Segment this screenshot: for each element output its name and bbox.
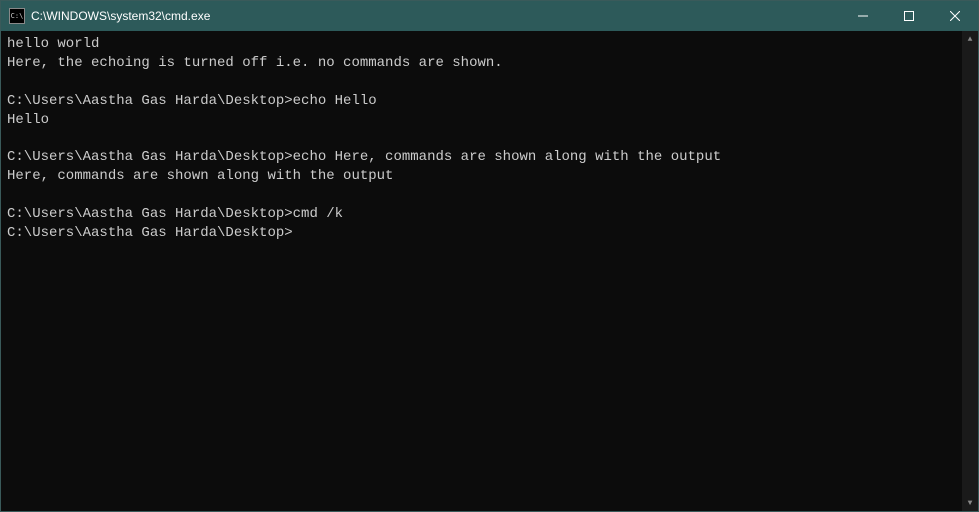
terminal-line [7,186,956,205]
terminal-line: Hello [7,111,956,130]
terminal-line: C:\Users\Aastha Gas Harda\Desktop>cmd /k [7,205,956,224]
cmd-icon: C:\ [9,8,25,24]
terminal-body: hello worldHere, the echoing is turned o… [1,31,978,511]
terminal-line: C:\Users\Aastha Gas Harda\Desktop>echo H… [7,148,956,167]
terminal-line: Here, commands are shown along with the … [7,167,956,186]
terminal-line [7,73,956,92]
maximize-icon [904,11,914,21]
maximize-button[interactable] [886,1,932,31]
scroll-up-icon[interactable]: ▲ [962,31,978,47]
terminal-line: C:\Users\Aastha Gas Harda\Desktop>echo H… [7,92,956,111]
minimize-button[interactable] [840,1,886,31]
terminal-line [7,129,956,148]
cmd-window: C:\ C:\WINDOWS\system32\cmd.exe [0,0,979,512]
terminal-line: Here, the echoing is turned off i.e. no … [7,54,956,73]
terminal-line: C:\Users\Aastha Gas Harda\Desktop> [7,224,956,243]
cmd-icon-text: C:\ [11,13,24,20]
scrollbar[interactable]: ▲ ▼ [962,31,978,511]
terminal-content[interactable]: hello worldHere, the echoing is turned o… [1,31,962,511]
titlebar[interactable]: C:\ C:\WINDOWS\system32\cmd.exe [1,1,978,31]
scroll-down-icon[interactable]: ▼ [962,495,978,511]
terminal-line: hello world [7,35,956,54]
window-controls [840,1,978,31]
window-title: C:\WINDOWS\system32\cmd.exe [31,9,840,23]
close-icon [950,11,960,21]
minimize-icon [858,11,868,21]
close-button[interactable] [932,1,978,31]
